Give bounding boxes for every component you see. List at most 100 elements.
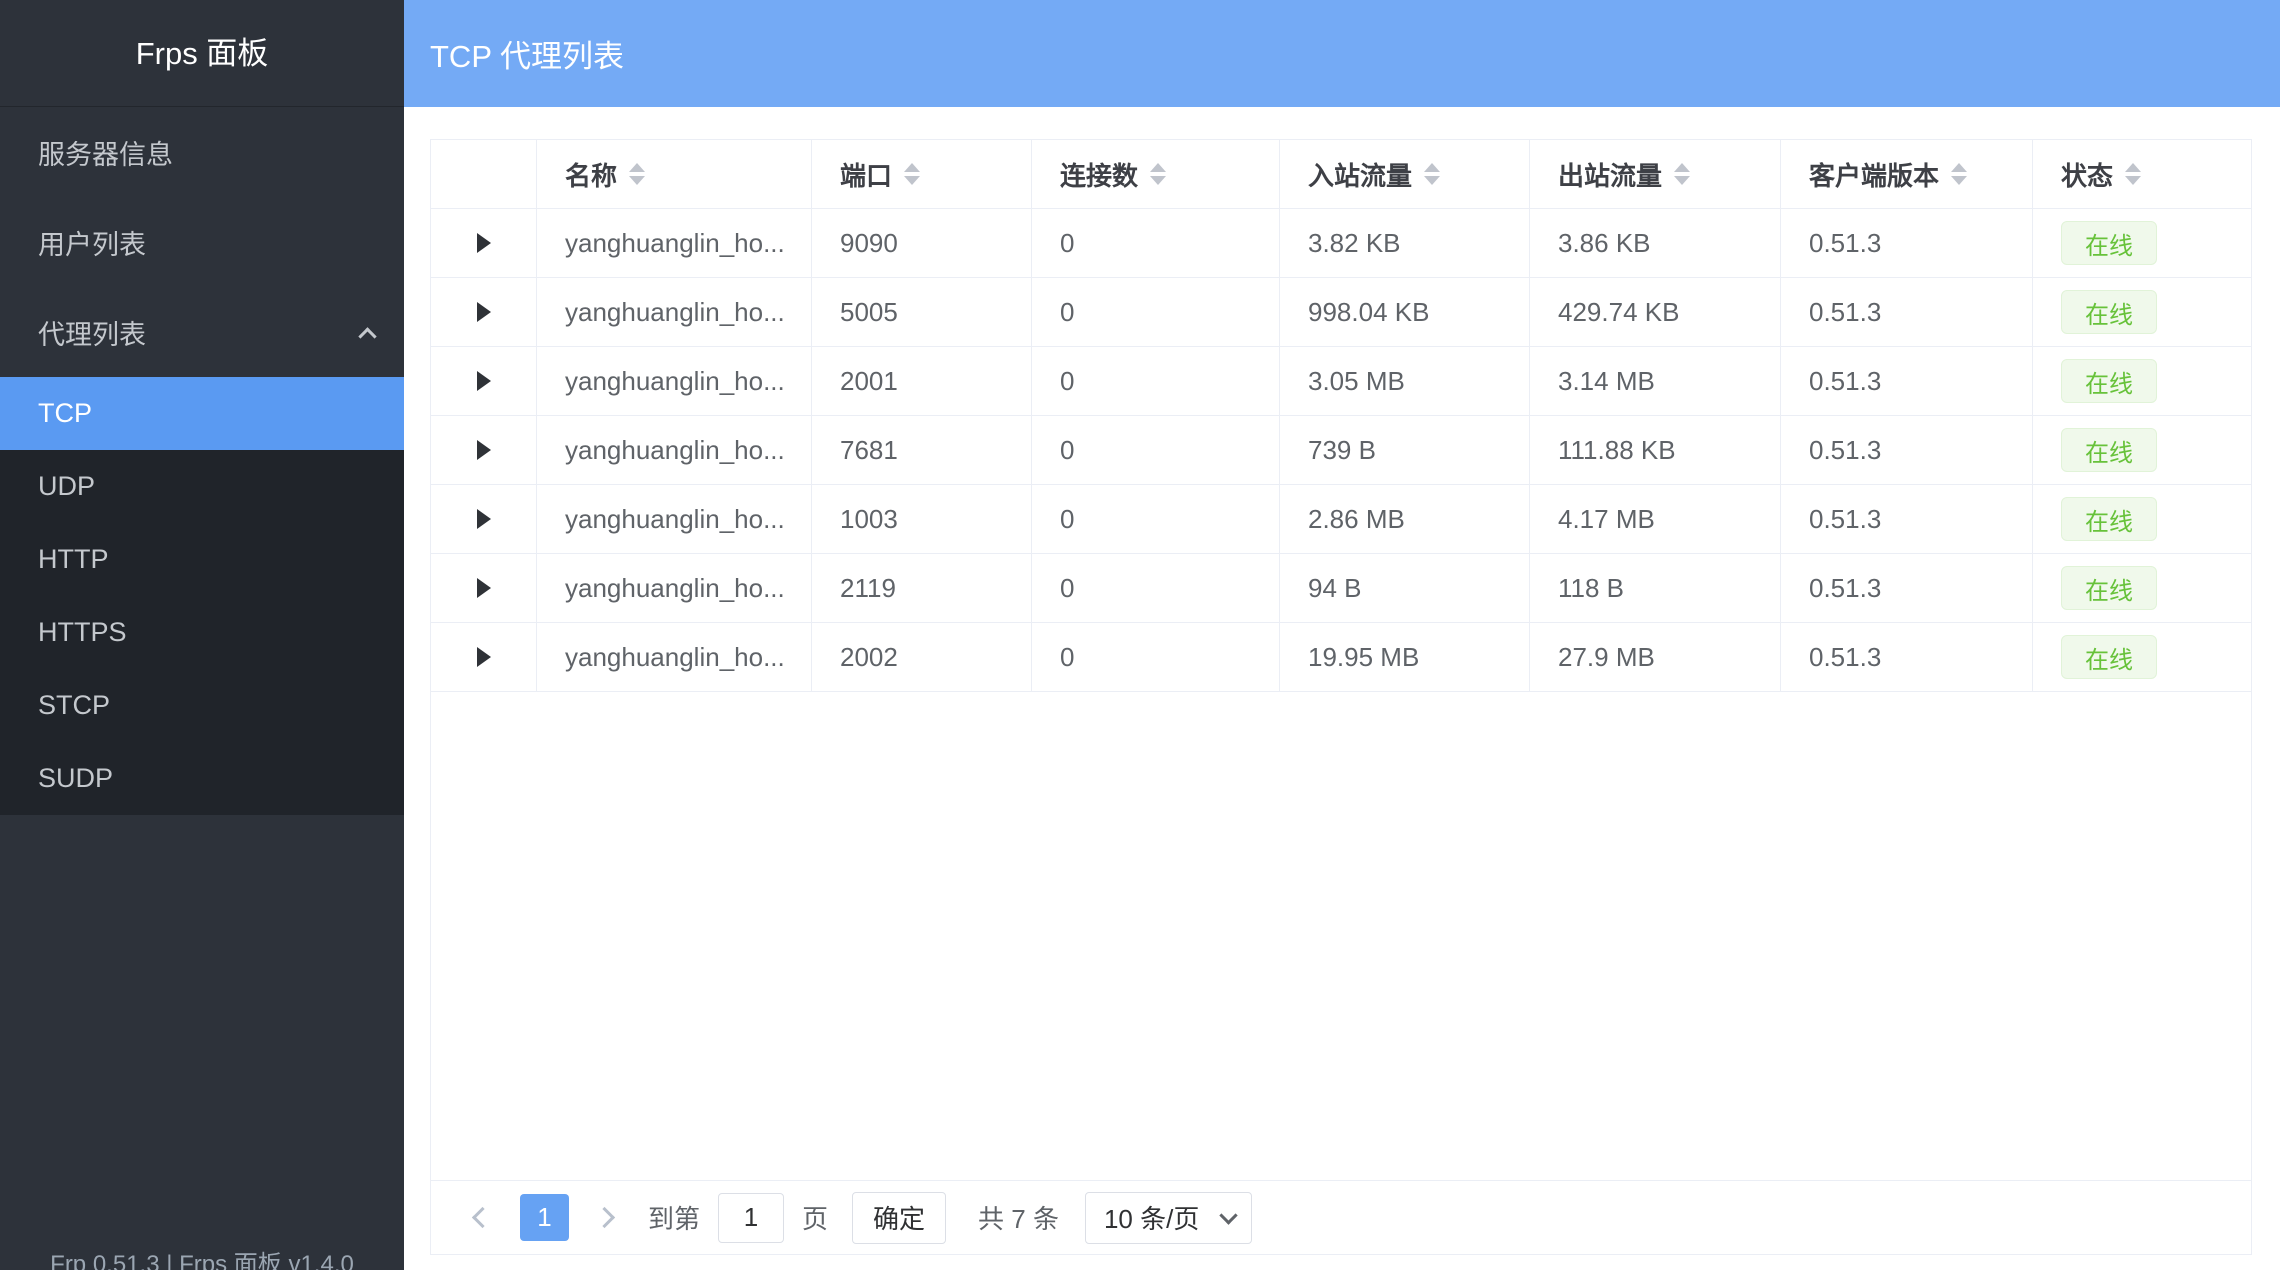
submenu-item-udp[interactable]: UDP — [0, 450, 404, 523]
cell-traffic-in: 998.04 KB — [1280, 278, 1530, 346]
table-row: yanghuanglin_ho... 2002 0 19.95 MB 27.9 … — [431, 623, 2251, 692]
cell-name: yanghuanglin_ho... — [537, 623, 812, 691]
sort-icon[interactable] — [1424, 163, 1440, 185]
cell-client-version: 0.51.3 — [1781, 623, 2033, 691]
sort-icon[interactable] — [1150, 163, 1166, 185]
chevron-down-icon — [1220, 1206, 1238, 1224]
cell-port: 5005 — [812, 278, 1032, 346]
cell-connections: 0 — [1032, 209, 1280, 277]
sidebar-item-proxy-list[interactable]: 代理列表 — [0, 287, 404, 377]
cell-connections: 0 — [1032, 347, 1280, 415]
next-page-icon[interactable] — [594, 1207, 615, 1228]
cell-traffic-out: 111.88 KB — [1530, 416, 1781, 484]
col-header-port[interactable]: 端口 — [812, 140, 1032, 208]
cell-client-version: 0.51.3 — [1781, 485, 2033, 553]
cell-connections: 0 — [1032, 623, 1280, 691]
confirm-button[interactable]: 确定 — [852, 1192, 946, 1244]
sort-icon[interactable] — [904, 163, 920, 185]
cell-port: 7681 — [812, 416, 1032, 484]
cell-traffic-out: 4.17 MB — [1530, 485, 1781, 553]
submenu-item-http[interactable]: HTTP — [0, 523, 404, 596]
col-header-traffic-out[interactable]: 出站流量 — [1530, 140, 1781, 208]
sort-icon[interactable] — [2125, 163, 2141, 185]
cell-traffic-in: 3.82 KB — [1280, 209, 1530, 277]
table-empty-area — [431, 692, 2251, 1180]
cell-traffic-out: 429.74 KB — [1530, 278, 1781, 346]
table-row: yanghuanglin_ho... 2119 0 94 B 118 B 0.5… — [431, 554, 2251, 623]
cell-client-version: 0.51.3 — [1781, 347, 2033, 415]
col-header-label: 状态 — [2061, 156, 2113, 193]
proxy-type-submenu: TCP UDP HTTP HTTPS STCP SUDP — [0, 377, 404, 815]
submenu-item-label: SUDP — [38, 763, 113, 794]
sidebar: Frps 面板 服务器信息 用户列表 代理列表 TCP UDP HTTP — [0, 0, 404, 1270]
cell-traffic-in: 3.05 MB — [1280, 347, 1530, 415]
cell-connections: 0 — [1032, 278, 1280, 346]
cell-name: yanghuanglin_ho... — [537, 347, 812, 415]
sidebar-item-user-list[interactable]: 用户列表 — [0, 197, 404, 287]
cell-status: 在线 — [2033, 485, 2251, 553]
expand-row-icon[interactable] — [477, 578, 491, 598]
cell-status: 在线 — [2033, 278, 2251, 346]
prev-page-icon[interactable] — [472, 1207, 493, 1228]
cell-traffic-in: 739 B — [1280, 416, 1530, 484]
cell-status: 在线 — [2033, 416, 2251, 484]
submenu-item-sudp[interactable]: SUDP — [0, 742, 404, 815]
cell-name: yanghuanglin_ho... — [537, 416, 812, 484]
status-badge: 在线 — [2061, 221, 2157, 265]
cell-expand — [431, 209, 537, 277]
cell-expand — [431, 278, 537, 346]
sort-icon[interactable] — [1674, 163, 1690, 185]
page-jump-input[interactable] — [718, 1193, 784, 1243]
expand-row-icon[interactable] — [477, 509, 491, 529]
page-header: TCP 代理列表 — [404, 0, 2280, 107]
cell-expand — [431, 554, 537, 622]
col-header-name[interactable]: 名称 — [537, 140, 812, 208]
cell-port: 2119 — [812, 554, 1032, 622]
page-size-value: 10 条/页 — [1104, 1199, 1199, 1236]
table-row: yanghuanglin_ho... 9090 0 3.82 KB 3.86 K… — [431, 209, 2251, 278]
table-row: yanghuanglin_ho... 2001 0 3.05 MB 3.14 M… — [431, 347, 2251, 416]
page-1-button[interactable]: 1 — [520, 1194, 569, 1241]
col-header-status[interactable]: 状态 — [2033, 140, 2251, 208]
expand-row-icon[interactable] — [477, 233, 491, 253]
sidebar-item-label: 用户列表 — [38, 223, 146, 262]
cell-name: yanghuanglin_ho... — [537, 278, 812, 346]
status-badge: 在线 — [2061, 566, 2157, 610]
cell-client-version: 0.51.3 — [1781, 416, 2033, 484]
cell-traffic-in: 2.86 MB — [1280, 485, 1530, 553]
page-size-select[interactable]: 10 条/页 — [1085, 1192, 1252, 1244]
cell-connections: 0 — [1032, 554, 1280, 622]
sort-icon[interactable] — [629, 163, 645, 185]
submenu-item-stcp[interactable]: STCP — [0, 669, 404, 742]
status-badge: 在线 — [2061, 635, 2157, 679]
expand-row-icon[interactable] — [477, 371, 491, 391]
sidebar-item-label: 代理列表 — [38, 313, 146, 352]
col-header-traffic-in[interactable]: 入站流量 — [1280, 140, 1530, 208]
submenu-item-label: STCP — [38, 690, 110, 721]
col-header-expand — [431, 140, 537, 208]
app-title: Frps 面板 — [0, 0, 404, 107]
cell-name: yanghuanglin_ho... — [537, 209, 812, 277]
cell-connections: 0 — [1032, 485, 1280, 553]
table-row: yanghuanglin_ho... 7681 0 739 B 111.88 K… — [431, 416, 2251, 485]
cell-connections: 0 — [1032, 416, 1280, 484]
app-window: Frps 面板 服务器信息 用户列表 代理列表 TCP UDP HTTP — [0, 0, 2280, 1270]
submenu-item-label: TCP — [38, 398, 92, 429]
col-header-connections[interactable]: 连接数 — [1032, 140, 1280, 208]
cell-expand — [431, 485, 537, 553]
status-badge: 在线 — [2061, 497, 2157, 541]
submenu-item-https[interactable]: HTTPS — [0, 596, 404, 669]
sidebar-item-server-info[interactable]: 服务器信息 — [0, 107, 404, 197]
expand-row-icon[interactable] — [477, 302, 491, 322]
cell-client-version: 0.51.3 — [1781, 278, 2033, 346]
expand-row-icon[interactable] — [477, 647, 491, 667]
cell-status: 在线 — [2033, 209, 2251, 277]
proxy-table-card: 名称 端口 连接数 入站流量 出站流量 — [430, 139, 2252, 1255]
col-header-client-version[interactable]: 客户端版本 — [1781, 140, 2033, 208]
expand-row-icon[interactable] — [477, 440, 491, 460]
status-badge: 在线 — [2061, 290, 2157, 334]
submenu-item-label: UDP — [38, 471, 95, 502]
sort-icon[interactable] — [1951, 163, 1967, 185]
cell-status: 在线 — [2033, 347, 2251, 415]
submenu-item-tcp[interactable]: TCP — [0, 377, 404, 450]
